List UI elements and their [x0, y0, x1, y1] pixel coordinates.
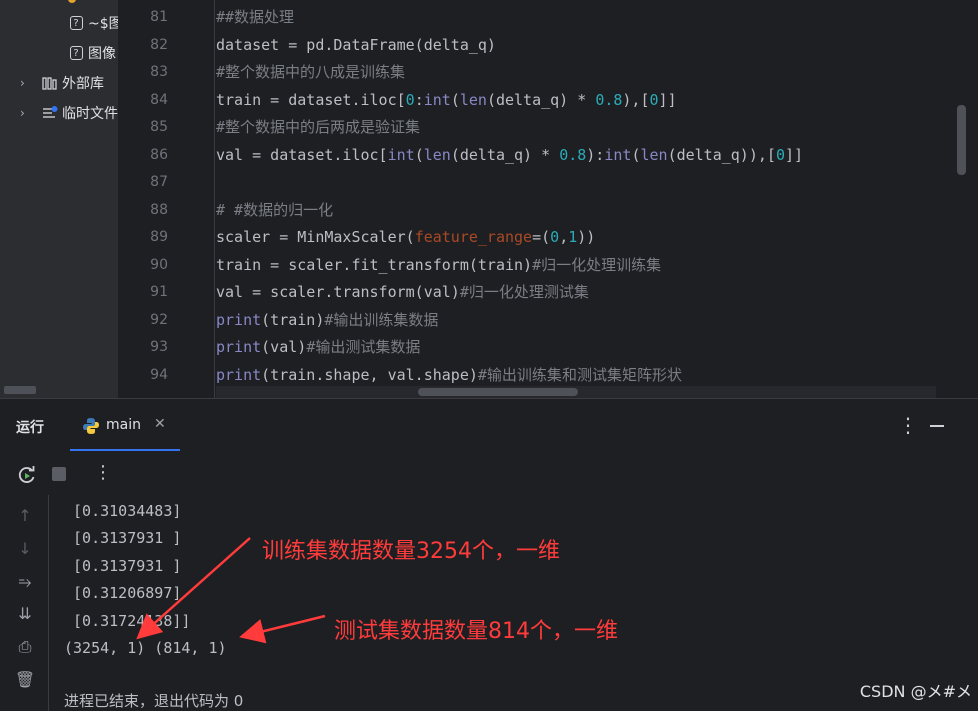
line-number: 87 [150, 174, 168, 190]
editor-horizontal-scrollbar[interactable] [418, 388, 578, 396]
console-line: [0.3137931 ] [64, 529, 182, 547]
line-number: 86 [150, 147, 168, 163]
soft-wrap-icon[interactable]: ⥱ [14, 571, 36, 593]
stop-icon[interactable] [52, 467, 66, 481]
watermark: CSDN @メ#メ [859, 682, 972, 701]
tree-item-scratches[interactable]: › 临时文件 [20, 100, 118, 126]
project-tree-panel: ? ~$图 ? 图像 › 外部库 › 临时文件 [0, 0, 123, 398]
more-options-icon[interactable]: ⋮ [94, 462, 112, 483]
scroll-to-end-icon[interactable]: ⇊ [14, 603, 36, 625]
tree-item-file-1[interactable]: ? ~$图 [68, 10, 123, 36]
arrow-down-icon[interactable]: ↓ [14, 538, 36, 560]
console-output[interactable]: [0.31034483] [0.3137931 ] [0.3137931 ] [… [50, 495, 978, 711]
console-line: [0.31034483] [64, 502, 182, 520]
code-line[interactable]: print(val)#输出测试集数据 [216, 337, 420, 359]
code-line[interactable]: scaler = MinMaxScaler(feature_range=(0,1… [216, 227, 595, 249]
code-line[interactable]: train = scaler.fit_transform(train)#归一化处… [216, 255, 661, 277]
tree-item-label: 外部库 [62, 76, 104, 92]
run-tab-main[interactable]: main ✕ [70, 399, 180, 451]
run-window-header: 运行 main ✕ ⋮ [0, 399, 978, 451]
code-line[interactable]: val = dataset.iloc[int(len(delta_q) * 0.… [216, 145, 803, 167]
unknown-file-icon: ? [68, 15, 84, 31]
scratches-icon [42, 105, 58, 121]
folder-dot-icon [68, 0, 76, 3]
trash-icon[interactable]: 🗑 [14, 669, 36, 691]
line-number: 89 [150, 229, 168, 245]
code-line[interactable]: #整个数据中的八成是训练集 [216, 62, 405, 84]
line-number: 93 [150, 339, 168, 355]
console-line: (3254, 1) (814, 1) [64, 639, 227, 657]
library-icon [42, 75, 58, 91]
minimize-icon[interactable] [930, 425, 944, 427]
rerun-icon[interactable] [16, 464, 38, 486]
line-number: 91 [150, 284, 168, 300]
code-line[interactable]: train = dataset.iloc[0:int(len(delta_q) … [216, 90, 677, 112]
console-line: [0.31206897] [64, 584, 182, 602]
train-annotation: 训练集数据数量3254个，一维 [262, 539, 560, 564]
console-line: [0.3137931 ] [64, 557, 182, 575]
line-number: 84 [150, 92, 168, 108]
arrow-up-icon[interactable]: ↑ [14, 505, 36, 527]
unknown-file-icon: ? [68, 45, 84, 61]
code-line[interactable]: val = scaler.transform(val)#归一化处理测试集 [216, 282, 589, 304]
line-number: 90 [150, 257, 168, 273]
tree-item-file-2[interactable]: ? 图像 [68, 40, 116, 66]
tree-horizontal-scrollbar[interactable] [4, 386, 36, 394]
line-number: 85 [150, 119, 168, 135]
line-number-gutter: 81 82 83 84 85 86 87 88 89 90 91 92 93 9… [118, 0, 170, 398]
line-number: 81 [150, 9, 168, 25]
test-annotation: 测试集数据数量814个，一维 [334, 619, 618, 644]
process-exit-message: 进程已结束，退出代码为 0 [64, 692, 244, 710]
run-tab-label: main [106, 417, 141, 433]
code-line[interactable]: dataset = pd.DataFrame(delta_q) [216, 35, 496, 57]
line-number: 92 [150, 312, 168, 328]
run-toolbar: ⋮ [0, 459, 978, 493]
editor-vertical-scrollbar[interactable] [957, 105, 966, 175]
tree-item-label: 临时文件 [62, 106, 118, 122]
tree-item-label: 图像 [88, 46, 116, 62]
code-editor[interactable]: 81 82 83 84 85 86 87 88 89 90 91 92 93 9… [118, 0, 978, 398]
print-icon[interactable]: ⎙ [14, 636, 36, 658]
run-window-title: 运行 [16, 420, 44, 436]
code-line[interactable]: print(train)#输出训练集数据 [216, 310, 438, 332]
tree-item-external-libraries[interactable]: › 外部库 [20, 70, 104, 96]
code-line[interactable]: #整个数据中的后两成是验证集 [216, 117, 420, 139]
python-icon [83, 418, 99, 434]
line-number: 88 [150, 202, 168, 218]
code-line[interactable]: ##数据处理 [216, 7, 294, 29]
console-side-toolbar: ↑ ↓ ⥱ ⇊ ⎙ 🗑 [0, 495, 49, 711]
fold-guide [214, 0, 215, 398]
line-number: 82 [150, 37, 168, 53]
chevron-right-icon[interactable]: › [20, 106, 34, 120]
chevron-right-icon[interactable]: › [20, 76, 34, 90]
code-line[interactable]: # #数据的归一化 [216, 200, 333, 222]
line-number: 94 [150, 367, 168, 383]
console-line: [0.31724138]] [64, 612, 191, 630]
more-options-icon[interactable]: ⋮ [898, 413, 918, 437]
close-icon[interactable]: ✕ [154, 416, 166, 432]
line-number: 83 [150, 64, 168, 80]
code-line[interactable]: print(train.shape, val.shape)#输出训练集和测试集矩… [216, 365, 682, 387]
